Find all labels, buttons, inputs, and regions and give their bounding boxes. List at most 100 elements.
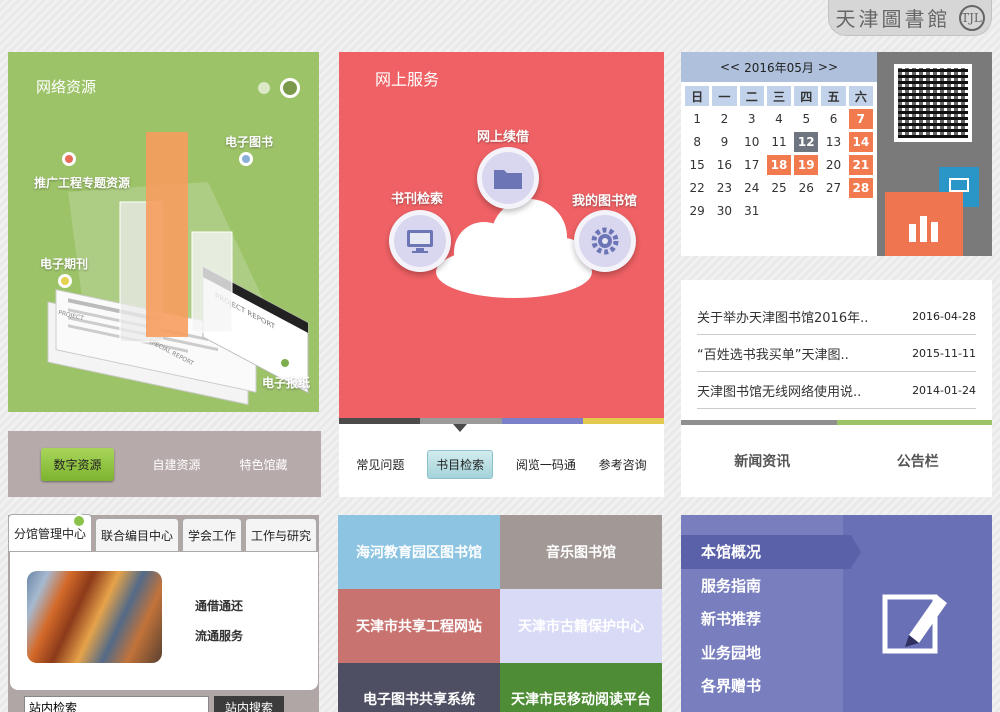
news-row[interactable]: “百姓选书我买单”天津图.. 2015-11-11 — [697, 335, 976, 372]
calendar-day[interactable]: 30 — [712, 201, 736, 221]
news-date: 2014-01-24 — [912, 383, 976, 397]
calendar-day — [794, 201, 818, 221]
about-menu-item[interactable]: 各界赠书 — [681, 669, 851, 703]
calendar-day[interactable]: 31 — [740, 201, 764, 221]
calendar-day[interactable]: 1 — [685, 109, 709, 129]
calendar-day[interactable]: 17 — [740, 155, 764, 175]
label-renew[interactable]: 网上续借 — [477, 126, 529, 145]
news-tabs: 新闻资讯 公告栏 — [681, 425, 992, 497]
calendar-day[interactable]: 18 — [766, 155, 792, 175]
about-menu-item[interactable]: 本馆概况 — [681, 535, 861, 569]
calendar-day[interactable]: 13 — [821, 132, 845, 152]
tab-special[interactable]: 特色馆藏 — [239, 456, 287, 473]
digital-tabs: 数字资源 自建资源 特色馆藏 — [8, 431, 321, 497]
calendar-day[interactable]: 6 — [821, 109, 845, 129]
digital-resources-illustration: PROJECT REPORT SPECIAL REPORT PROJECT — [47, 132, 309, 406]
calendar-day[interactable]: 10 — [740, 132, 764, 152]
tab-research[interactable]: 工作与研究 — [245, 518, 318, 552]
calendar-day[interactable]: 11 — [767, 132, 791, 152]
calendar-day[interactable]: 27 — [821, 178, 845, 198]
calendar-day[interactable]: 4 — [767, 109, 791, 129]
calendar-day[interactable]: 24 — [740, 178, 764, 198]
calendar-day[interactable]: 3 — [740, 109, 764, 129]
calendar-day[interactable]: 26 — [794, 178, 818, 198]
news-title[interactable]: 天津图书馆无线网络使用说.. — [697, 381, 861, 400]
online-services-panel: 网上服务 网上续借 书刊检索 我的图书馆 — [339, 52, 664, 418]
tab-selfbuilt[interactable]: 自建资源 — [152, 456, 200, 473]
calendar-day[interactable]: 16 — [712, 155, 736, 175]
calendar-next-button[interactable]: >> — [818, 60, 838, 74]
calendar-day[interactable]: 20 — [821, 155, 845, 175]
label-search[interactable]: 书刊检索 — [391, 188, 443, 207]
mylib-gear-icon[interactable] — [574, 210, 636, 272]
about-menu-item[interactable]: 新书推荐 — [681, 602, 851, 636]
active-tab-dot-icon — [72, 514, 86, 528]
tile-ebook-share[interactable]: 电子图书共享系统 — [338, 663, 500, 712]
calendar-prev-button[interactable]: << — [720, 60, 740, 74]
label-promo[interactable]: 推广工程专题资源 — [34, 174, 130, 191]
site-logo[interactable]: 天津圖書館 TJL — [828, 0, 992, 36]
calendar-weekday: 日 — [685, 86, 710, 106]
calendar-day[interactable]: 23 — [712, 178, 736, 198]
tab-news[interactable]: 新闻资讯 — [734, 451, 790, 471]
news-title[interactable]: 关于举办天津图书馆2016年.. — [697, 307, 868, 326]
calendar-day[interactable]: 21 — [848, 155, 873, 175]
tab-readcard[interactable]: 阅览一码通 — [516, 456, 576, 473]
about-menu-item[interactable]: 业务园地 — [681, 636, 851, 670]
calendar-day[interactable]: 28 — [848, 178, 873, 198]
calendar-day[interactable]: 2 — [712, 109, 736, 129]
calendar-weekday: 二 — [739, 86, 764, 106]
news-row[interactable]: 关于举办天津图书馆2016年.. 2016-04-28 — [697, 298, 976, 335]
calendar-day[interactable]: 12 — [794, 132, 819, 152]
calendar-day — [767, 201, 791, 221]
search-monitor-icon[interactable] — [389, 210, 451, 272]
calendar-day[interactable]: 22 — [685, 178, 709, 198]
tab-reference[interactable]: 参考咨询 — [599, 456, 647, 473]
news-row[interactable]: 天津图书馆无线网络使用说.. 2014-01-24 — [697, 372, 976, 409]
promo-pin-icon — [62, 152, 76, 166]
label-mylib[interactable]: 我的图书馆 — [572, 190, 637, 209]
calendar-day[interactable]: 14 — [848, 132, 873, 152]
label-ejournal[interactable]: 电子期刊 — [40, 255, 88, 272]
site-search-input[interactable]: 站内检索 — [24, 696, 209, 712]
label-ebook[interactable]: 电子图书 — [225, 133, 273, 150]
center-thumbnail[interactable] — [27, 571, 162, 663]
news-title[interactable]: “百姓选书我买单”天津图.. — [697, 344, 849, 363]
tab-digital[interactable]: 数字资源 — [41, 447, 114, 481]
about-menu: 本馆概况 服务指南 新书推荐 业务园地 各界赠书 — [681, 535, 861, 703]
link-interlibrary[interactable]: 通借通还 — [195, 597, 243, 614]
digital-resources-panel: 网络资源 PROJECT REPORT SPECIAL REPORT PROJE… — [8, 52, 319, 412]
calendar-day[interactable]: 5 — [794, 109, 818, 129]
logo-mark-icon: TJL — [958, 4, 985, 31]
qr-code — [894, 64, 972, 142]
calendar-day[interactable]: 25 — [767, 178, 791, 198]
tab-catalog[interactable]: 书目检索 — [427, 450, 494, 479]
link-circulation[interactable]: 流通服务 — [195, 627, 243, 644]
tile-ancient-books[interactable]: 天津市古籍保护中心 — [500, 589, 662, 663]
logo-text: 天津圖書館 — [835, 7, 951, 31]
calendar-day[interactable]: 8 — [685, 132, 709, 152]
calendar-day[interactable]: 7 — [848, 109, 873, 129]
about-menu-item[interactable]: 服务指南 — [681, 569, 851, 603]
tab-faq[interactable]: 常见问题 — [356, 456, 404, 473]
calendar-day[interactable]: 15 — [685, 155, 709, 175]
tile-shared-project[interactable]: 天津市共享工程网站 — [338, 589, 500, 663]
tab-society[interactable]: 学会工作 — [182, 518, 243, 552]
tile-mobile-reading[interactable]: 天津市民移动阅读平台 — [500, 663, 662, 712]
tab-notices[interactable]: 公告栏 — [897, 451, 939, 471]
calendar-weekday: 一 — [712, 86, 737, 106]
stats-icon[interactable] — [885, 192, 963, 256]
tile-haihe-library[interactable]: 海河教育园区图书馆 — [338, 515, 500, 589]
calendar-weekday: 四 — [794, 86, 819, 106]
calendar-day[interactable]: 19 — [794, 155, 819, 175]
label-enews[interactable]: 电子报纸 — [262, 374, 310, 391]
tab-catalog-center[interactable]: 联合编目中心 — [95, 518, 180, 552]
tile-music-library[interactable]: 音乐图书馆 — [500, 515, 662, 589]
enews-pin-icon — [278, 356, 292, 370]
calendar-day — [849, 201, 873, 221]
calendar-day[interactable]: 29 — [685, 201, 709, 221]
renew-folder-icon[interactable] — [477, 147, 539, 209]
calendar-day[interactable]: 9 — [712, 132, 736, 152]
news-date: 2016-04-28 — [912, 309, 976, 323]
site-search-button[interactable]: 站内搜索 — [214, 696, 284, 712]
